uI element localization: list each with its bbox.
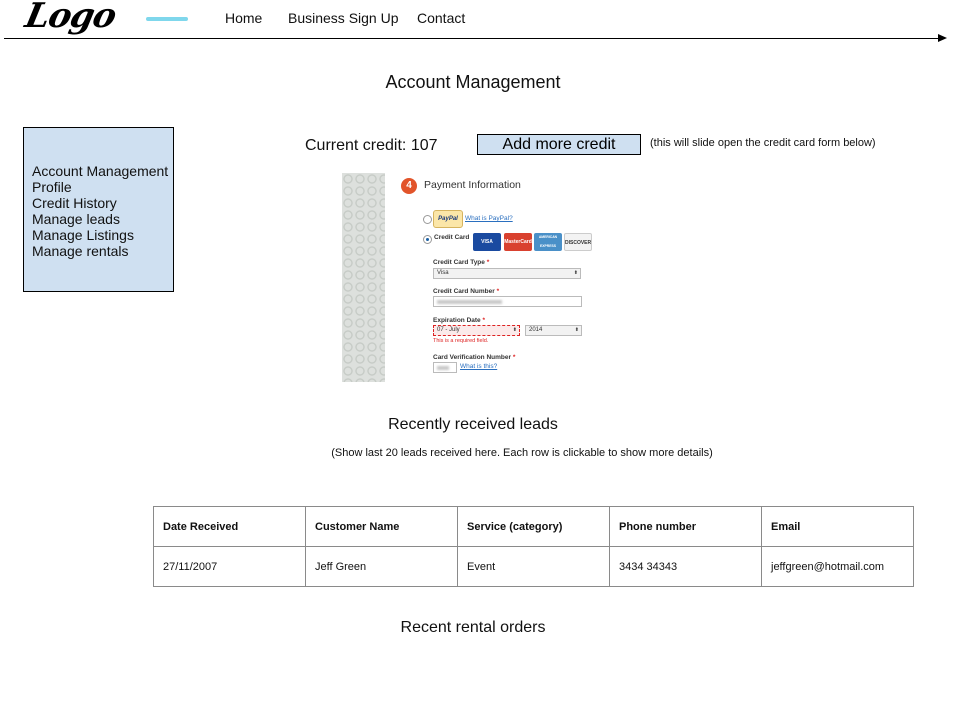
column-header-email: Email bbox=[761, 506, 914, 547]
column-header-service: Service (category) bbox=[457, 506, 610, 547]
paypal-radio[interactable] bbox=[423, 215, 432, 224]
leads-note: (Show last 20 leads received here. Each … bbox=[331, 447, 713, 459]
add-credit-button[interactable]: Add more credit bbox=[477, 134, 641, 155]
cell-date: 27/11/2007 bbox=[153, 546, 306, 587]
mastercard-logo: MasterCard bbox=[504, 233, 532, 251]
cell-customer: Jeff Green bbox=[305, 546, 458, 587]
card-type-label: Credit Card Type * bbox=[433, 259, 490, 266]
cvv-input[interactable] bbox=[433, 362, 457, 373]
leads-title: Recently received leads bbox=[388, 416, 558, 433]
expiration-year-value: 2014 bbox=[529, 327, 543, 333]
nav-contact-link[interactable]: Contact bbox=[417, 10, 465, 26]
cell-phone: 3434 34343 bbox=[609, 546, 762, 587]
select-arrows-icon: ⬍ bbox=[512, 327, 517, 333]
current-credit: Current credit: 107 bbox=[305, 137, 438, 154]
header-divider bbox=[4, 38, 940, 39]
logo-swoosh bbox=[146, 17, 188, 21]
sidebar-item-account-management[interactable]: Account Management bbox=[32, 163, 173, 179]
select-arrows-icon: ⬍ bbox=[574, 327, 579, 333]
obscured-card-number bbox=[437, 300, 502, 304]
obscured-cvv bbox=[437, 366, 449, 370]
cvv-label: Card Verification Number * bbox=[433, 354, 516, 361]
nav-home-link[interactable]: Home bbox=[225, 10, 262, 26]
credit-card-label: Credit Card bbox=[434, 234, 470, 241]
expiration-label: Expiration Date * bbox=[433, 317, 486, 324]
amex-logo: AMERICAN EXPRESS bbox=[534, 233, 562, 251]
cell-service: Event bbox=[457, 546, 610, 587]
sidebar: Account Management Profile Credit Histor… bbox=[23, 127, 174, 292]
card-type-value: Visa bbox=[437, 270, 449, 276]
visa-logo: VISA bbox=[473, 233, 501, 251]
page-title: Account Management bbox=[385, 72, 561, 92]
nav-business-signup-link[interactable]: Business Sign Up bbox=[288, 10, 399, 26]
add-credit-note: (this will slide open the credit card fo… bbox=[650, 137, 876, 149]
payment-title: Payment Information bbox=[424, 179, 521, 191]
card-number-label: Credit Card Number * bbox=[433, 288, 500, 295]
rentals-title: Recent rental orders bbox=[400, 619, 546, 636]
expiration-month-value: 07 - July bbox=[437, 327, 460, 333]
header-divider-arrow-icon bbox=[938, 34, 947, 42]
card-number-input[interactable] bbox=[433, 296, 582, 307]
sidebar-item-manage-listings[interactable]: Manage Listings bbox=[32, 227, 173, 243]
table-header-row: Date Received Customer Name Service (cat… bbox=[153, 506, 914, 547]
card-type-select[interactable]: Visa ⬍ bbox=[433, 268, 581, 279]
what-is-cvv-link[interactable]: What is this? bbox=[460, 363, 497, 370]
sidebar-item-manage-leads[interactable]: Manage leads bbox=[32, 211, 173, 227]
paypal-logo: PayPal bbox=[433, 210, 463, 228]
expiration-error: This is a required field. bbox=[433, 338, 489, 344]
sidebar-item-profile[interactable]: Profile bbox=[32, 179, 173, 195]
table-row[interactable]: 27/11/2007 Jeff Green Event 3434 34343 j… bbox=[153, 546, 914, 587]
what-is-paypal-link[interactable]: What is PayPal? bbox=[465, 215, 513, 222]
payment-form: 4 Payment Information PayPal What is Pay… bbox=[342, 173, 602, 382]
credit-card-radio[interactable] bbox=[423, 235, 432, 244]
decorative-pattern bbox=[342, 173, 385, 382]
sidebar-item-manage-rentals[interactable]: Manage rentals bbox=[32, 243, 173, 259]
column-header-date: Date Received bbox=[153, 506, 306, 547]
discover-logo: DISCOVER bbox=[564, 233, 592, 251]
expiration-month-select[interactable]: 07 - July ⬍ bbox=[433, 325, 520, 336]
column-header-customer: Customer Name bbox=[305, 506, 458, 547]
step-badge: 4 bbox=[401, 178, 417, 194]
column-header-phone: Phone number bbox=[609, 506, 762, 547]
leads-table: Date Received Customer Name Service (cat… bbox=[153, 506, 914, 587]
sidebar-item-credit-history[interactable]: Credit History bbox=[32, 195, 173, 211]
cell-email: jeffgreen@hotmail.com bbox=[761, 546, 914, 587]
logo[interactable]: Logo bbox=[22, 0, 188, 36]
expiration-year-select[interactable]: 2014 ⬍ bbox=[525, 325, 582, 336]
select-arrows-icon: ⬍ bbox=[573, 270, 578, 276]
logo-text: Logo bbox=[21, 0, 120, 36]
